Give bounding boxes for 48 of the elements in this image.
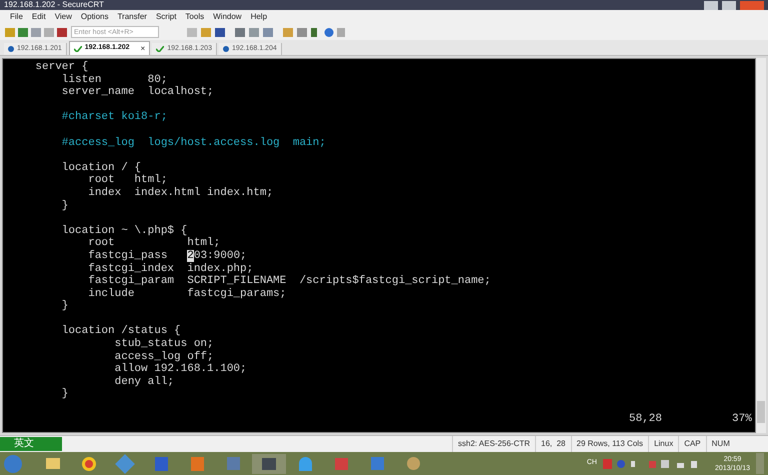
close-button[interactable] (740, 0, 764, 10)
menu-item[interactable]: Edit (32, 11, 46, 23)
code-line: } (60, 300, 68, 312)
code-line: fastcgi_index index.php; (87, 262, 254, 274)
code-line: root html; (87, 174, 168, 186)
toolbar-icons-drawing[interactable] (185, 26, 345, 38)
menu-item[interactable]: Script (156, 11, 176, 23)
code-line: } (60, 388, 68, 400)
code-line: root html; (87, 237, 220, 250)
code-line: fastcgi_pass 203:9000; (87, 250, 247, 262)
code-line: include fastcgi_params; (87, 288, 286, 300)
terminal-screen[interactable] (2, 58, 756, 433)
cursor-position: 58,28 (629, 413, 662, 426)
close-tab-icon[interactable]: × (140, 42, 146, 54)
terminal-app-icon[interactable] (252, 454, 286, 474)
menu-item[interactable]: Transfer (117, 11, 147, 23)
code-line: location / { (60, 162, 142, 174)
toolbar-icons-drawing[interactable] (4, 26, 68, 38)
menu-item[interactable]: Tools (185, 11, 204, 23)
code-line: stub_status on; (114, 338, 214, 350)
code-line: fastcgi_param SCRIPT_FILENAME /scripts$fastcgi_script_name; (87, 275, 491, 288)
code-line: access_log off; (114, 350, 214, 363)
code-line: allow 192.168.1.100; (114, 363, 247, 376)
menu-item[interactable]: Help (250, 11, 268, 23)
code-line: server_name localhost; (60, 86, 214, 98)
scrollbar[interactable] (756, 58, 766, 433)
comment-line: #access_log logs/host.access.log main; (60, 136, 326, 149)
code-line: location ~ \.php$ { (60, 224, 188, 237)
menu-item[interactable]: File (10, 11, 23, 23)
show-desktop-button[interactable] (756, 453, 764, 474)
scroll-percent: 37% (732, 413, 752, 426)
comment-line: #charset koi8-r; (60, 111, 168, 124)
code-line: location /status { (60, 325, 181, 338)
code-line: listen 80; (60, 74, 168, 86)
ime-toolbar[interactable]: 英文 (0, 437, 62, 451)
start-button[interactable] (4, 454, 22, 472)
code-line: index index.html index.htm; (87, 186, 274, 199)
menu-item[interactable]: Options (80, 11, 108, 23)
window-title: 192.168.1.202 - SecureCRT (4, 0, 104, 10)
menu-item[interactable]: Window (213, 11, 242, 23)
ime-mode-label: 英文 (13, 438, 34, 450)
maximize-button[interactable] (722, 0, 736, 10)
code-line: } (60, 200, 68, 212)
scrollbar-thumb[interactable] (757, 401, 765, 423)
minimize-button[interactable] (704, 0, 718, 10)
code-line: deny all; (114, 376, 174, 388)
menu-item[interactable]: View (54, 11, 72, 23)
code-line: server { (34, 61, 88, 73)
